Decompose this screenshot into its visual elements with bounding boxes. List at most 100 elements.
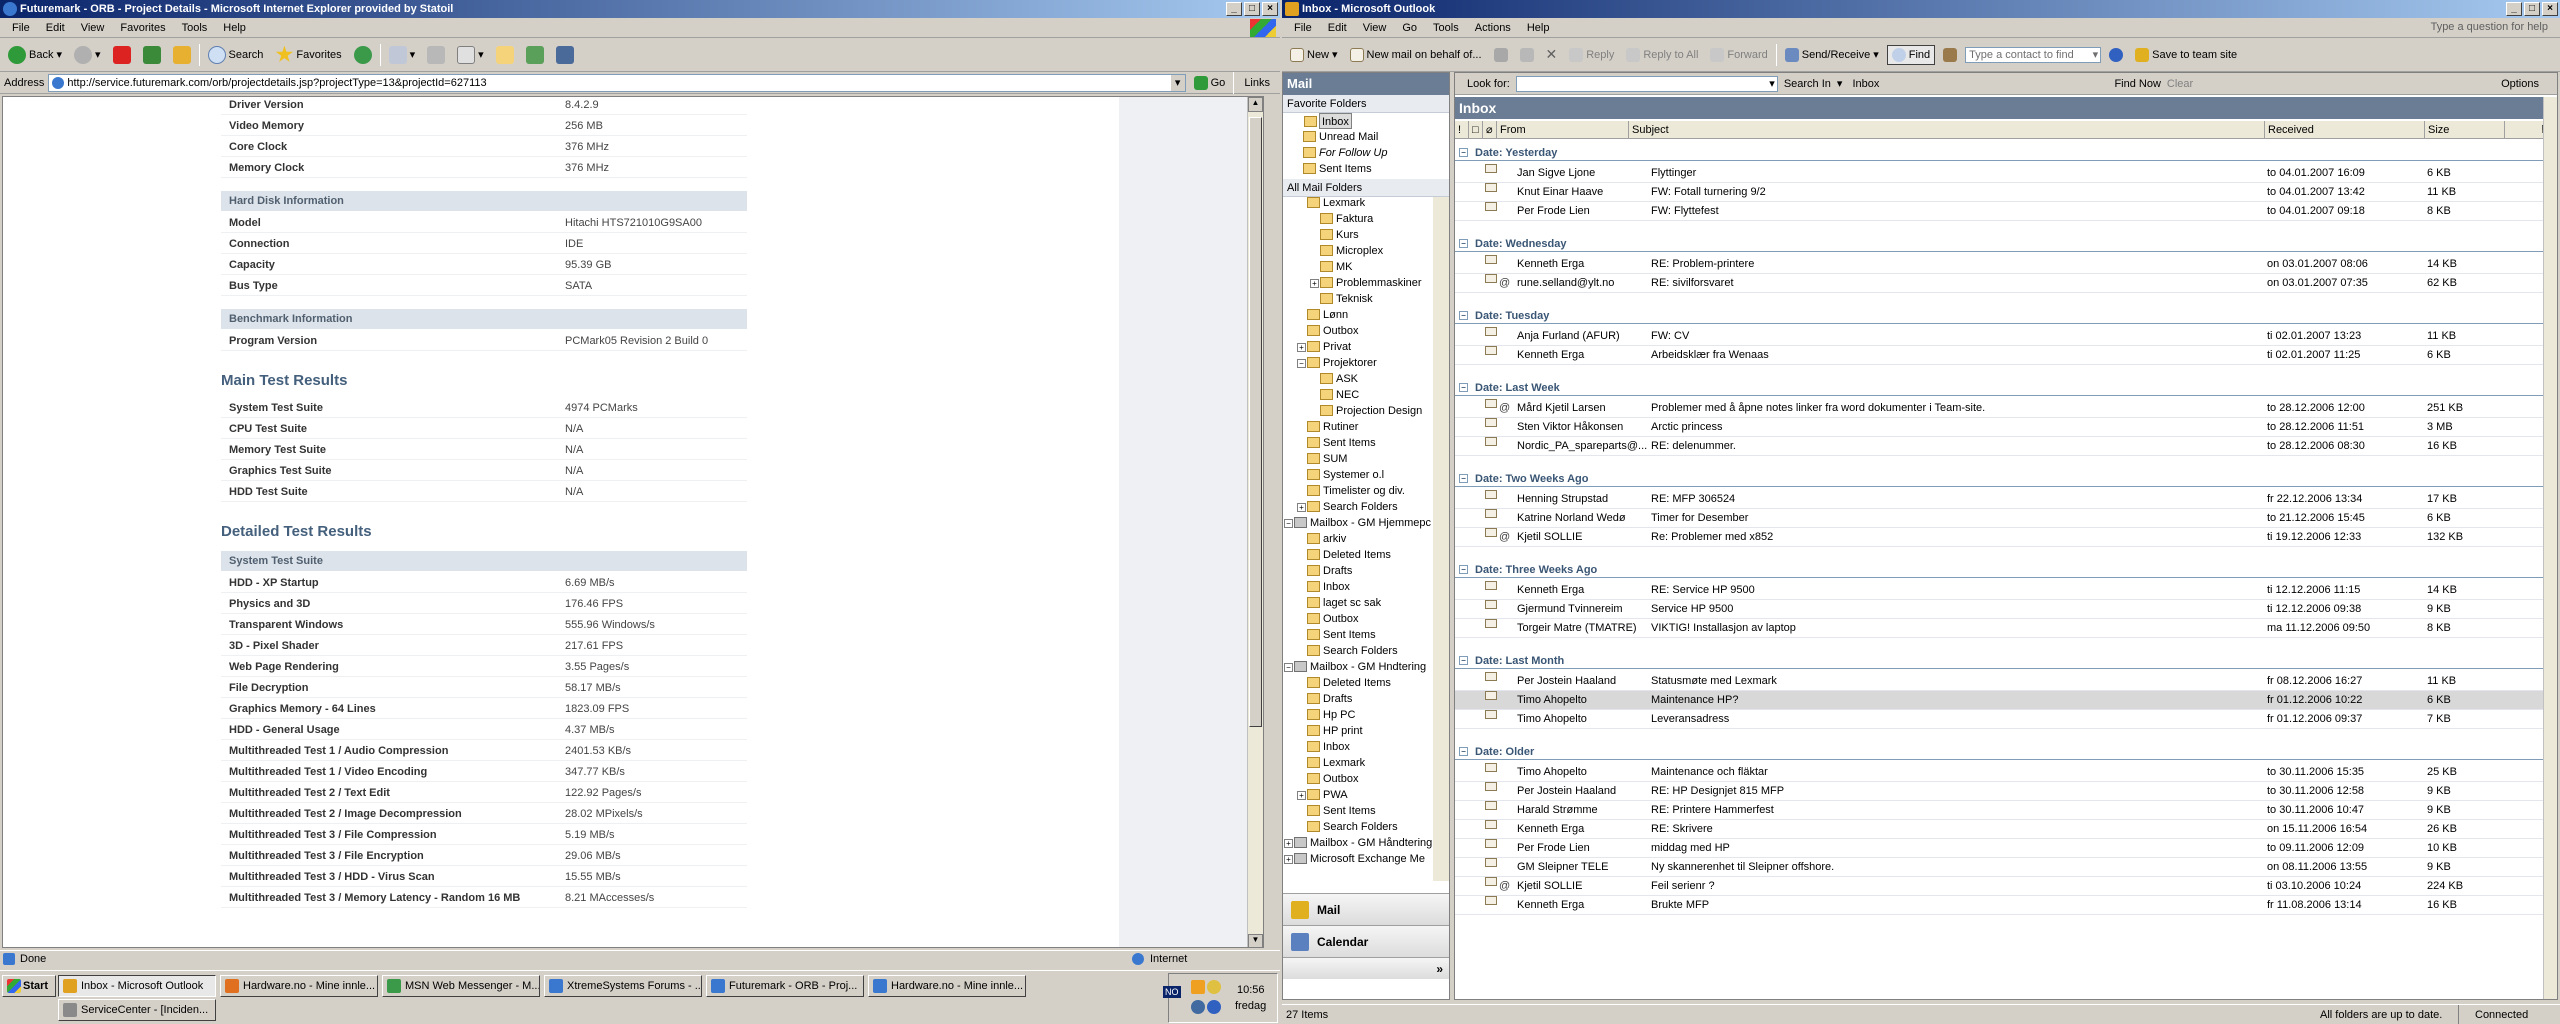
folder-item[interactable]: Rutiner [1307, 419, 1358, 435]
taskbar-button[interactable]: Hardware.no - Mine innle... [220, 975, 378, 997]
folder-item[interactable]: Microplex [1320, 243, 1383, 259]
home-button[interactable] [169, 44, 195, 66]
tools-plugin-button[interactable] [552, 44, 578, 66]
message-row[interactable]: GM Sleipner TELE Ny skannerenhet til Slei… [1455, 858, 2557, 877]
message-row[interactable]: Per Jostein Haaland Statusmøte med Lexmar… [1455, 672, 2557, 691]
message-row[interactable]: Per Frode Lien middag med HP to 09.11.2006… [1455, 839, 2557, 858]
message-row[interactable]: Kenneth Erga RE: Skrivere on 15.11.2006 16… [1455, 820, 2557, 839]
clock-day[interactable]: fredag [1235, 1000, 1266, 1012]
icon-column[interactable]: □ [1469, 121, 1483, 139]
importance-column[interactable]: ! [1455, 121, 1469, 139]
collapse-toggle[interactable]: − [1459, 383, 1468, 392]
taskbar-button[interactable]: Hardware.no - Mine innle... [868, 975, 1026, 997]
address-input[interactable]: http://service.futuremark.com/orb/projec… [48, 73, 1186, 92]
menu-edit[interactable]: Edit [1320, 22, 1355, 34]
date-group-header[interactable]: − Date: Last Week [1455, 380, 2557, 396]
taskbar-button[interactable]: MSN Web Messenger - M... [382, 975, 540, 997]
minimize-button[interactable]: _ [1226, 2, 1242, 16]
start-button[interactable]: Start [2, 975, 56, 997]
date-group-header[interactable]: − Date: Older [1455, 744, 2557, 760]
date-group-header[interactable]: − Date: Tuesday [1455, 308, 2557, 324]
message-row[interactable]: Timo Ahopelto Maintenance och fläktar to 3… [1455, 763, 2557, 782]
folder-item[interactable]: Mailbox - GM Hjemmepc [1294, 515, 1431, 531]
menu-tools[interactable]: Tools [1425, 22, 1467, 34]
chevron-down-icon[interactable]: ▾ [1170, 74, 1185, 91]
message-row[interactable]: Per Jostein Haaland RE: HP Designjet 815 … [1455, 782, 2557, 801]
options-button[interactable]: Options [2501, 78, 2539, 90]
expand-toggle[interactable]: + [1310, 279, 1319, 288]
menu-view[interactable]: View [1355, 22, 1395, 34]
folder-item[interactable]: Teknisk [1320, 291, 1373, 307]
date-group-header[interactable]: − Date: Three Weeks Ago [1455, 562, 2557, 578]
folder-item[interactable]: laget sc sak [1307, 595, 1381, 611]
reply-all-button[interactable]: Reply to All [1622, 46, 1702, 64]
go-button[interactable]: Go [1190, 74, 1230, 92]
folder-item[interactable]: PWA [1307, 787, 1348, 803]
folder-item[interactable]: Microsoft Exchange Me [1294, 851, 1425, 867]
message-row[interactable]: Henning Strupstad RE: MFP 306524 fr 22.12.… [1455, 490, 2557, 509]
folder-item[interactable]: ASK [1320, 371, 1358, 387]
folder-item[interactable]: Mailbox - GM Hndtering [1294, 659, 1426, 675]
scroll-down-button[interactable]: ▼ [1248, 934, 1263, 947]
message-row[interactable]: Kenneth Erga Arbeidsklær fra Wenaas ti 02.… [1455, 346, 2557, 365]
nav-calendar-button[interactable]: Calendar [1283, 925, 1449, 957]
received-column-header[interactable]: Received [2265, 121, 2425, 139]
collapse-toggle[interactable]: − [1459, 747, 1468, 756]
folder-item[interactable]: SUM [1307, 451, 1347, 467]
folder-item[interactable]: Faktura [1320, 211, 1373, 227]
language-indicator[interactable]: NO [1163, 986, 1181, 998]
folder-item[interactable]: arkiv [1307, 531, 1346, 547]
folder-item[interactable]: Deleted Items [1307, 547, 1391, 563]
maximize-button[interactable]: □ [1244, 2, 1260, 16]
save-team-site-button[interactable]: Save to team site [2131, 46, 2241, 64]
menu-help[interactable]: Help [1519, 22, 1558, 34]
menu-actions[interactable]: Actions [1467, 22, 1519, 34]
menu-file[interactable]: File [4, 22, 38, 34]
message-row[interactable]: Jan Sigve Ljone Flyttinger to 04.01.2007 1… [1455, 164, 2557, 183]
tray-icon-3[interactable] [1191, 1000, 1205, 1014]
collapse-toggle[interactable]: − [1459, 656, 1468, 665]
print-button[interactable] [1490, 46, 1512, 64]
folder-item[interactable]: Systemer o.l [1307, 467, 1384, 483]
message-row[interactable]: Timo Ahopelto Leveransadress fr 01.12.2006… [1455, 710, 2557, 729]
folder-item[interactable]: Mailbox - GM Håndtering [1294, 835, 1432, 851]
expand-toggle[interactable]: + [1297, 343, 1306, 352]
message-row[interactable]: Katrine Norland Wedø Timer for Desember to… [1455, 509, 2557, 528]
nav-configure-bar[interactable]: » [1283, 957, 1449, 979]
folder-item[interactable]: Sent Items [1307, 803, 1376, 819]
menu-tools[interactable]: Tools [174, 22, 216, 34]
folder-item[interactable]: Problemmaskiner [1320, 275, 1422, 291]
refresh-button[interactable] [139, 44, 165, 66]
connection-status[interactable]: Connected [2458, 1005, 2532, 1024]
new-behalf-button[interactable]: New mail on behalf of... [1346, 46, 1486, 64]
folder-item[interactable]: Inbox [1307, 579, 1350, 595]
expand-toggle[interactable]: + [1297, 503, 1306, 512]
date-group-header[interactable]: − Date: Yesterday [1455, 145, 2557, 161]
back-button[interactable]: Back ▾ [4, 44, 66, 66]
size-column-header[interactable]: Size [2425, 121, 2505, 139]
folder-item[interactable]: Kurs [1320, 227, 1359, 243]
folder-item[interactable]: Hp PC [1307, 707, 1355, 723]
contact-search-input[interactable]: Type a contact to find ▾ [1965, 46, 2102, 63]
folder-item[interactable]: Outbox [1307, 611, 1358, 627]
scroll-up-button[interactable]: ▲ [1248, 97, 1263, 112]
message-row[interactable]: @ rune.selland@ylt.no RE: sivilforsvaret on… [1455, 274, 2557, 293]
menu-favorites[interactable]: Favorites [112, 22, 173, 34]
folder-item[interactable]: Drafts [1307, 691, 1352, 707]
attachment-column[interactable]: ⌀ [1483, 121, 1497, 139]
mail-button[interactable]: ▾ [385, 44, 420, 66]
help-question-input[interactable]: Type a question for help [2423, 21, 2556, 33]
taskbar-button[interactable]: XtremeSystems Forums - ... [544, 975, 702, 997]
folder-item[interactable]: Outbox [1307, 323, 1358, 339]
message-row[interactable]: Gjermund Tvinnereim Service HP 9500 ti 12.… [1455, 600, 2557, 619]
message-row[interactable]: @ Kjetil SOLLIE Feil serienr ? ti 03.10.200… [1455, 877, 2557, 896]
collapse-toggle[interactable]: − [1459, 311, 1468, 320]
maximize-button[interactable]: □ [2524, 2, 2540, 16]
collapse-toggle[interactable]: − [1459, 474, 1468, 483]
forward-mail-button[interactable]: Forward [1706, 46, 1771, 64]
collapse-toggle[interactable]: − [1459, 565, 1468, 574]
ie-titlebar[interactable]: Futuremark - ORB - Project Details - Mic… [0, 0, 1280, 18]
find-button[interactable]: Find [1886, 44, 1936, 65]
message-row[interactable]: @ Mård Kjetil Larsen Problemer med å åpne … [1455, 399, 2557, 418]
message-row[interactable]: Torgeir Matre (TMATRE) VIKTIG! Installasj… [1455, 619, 2557, 638]
